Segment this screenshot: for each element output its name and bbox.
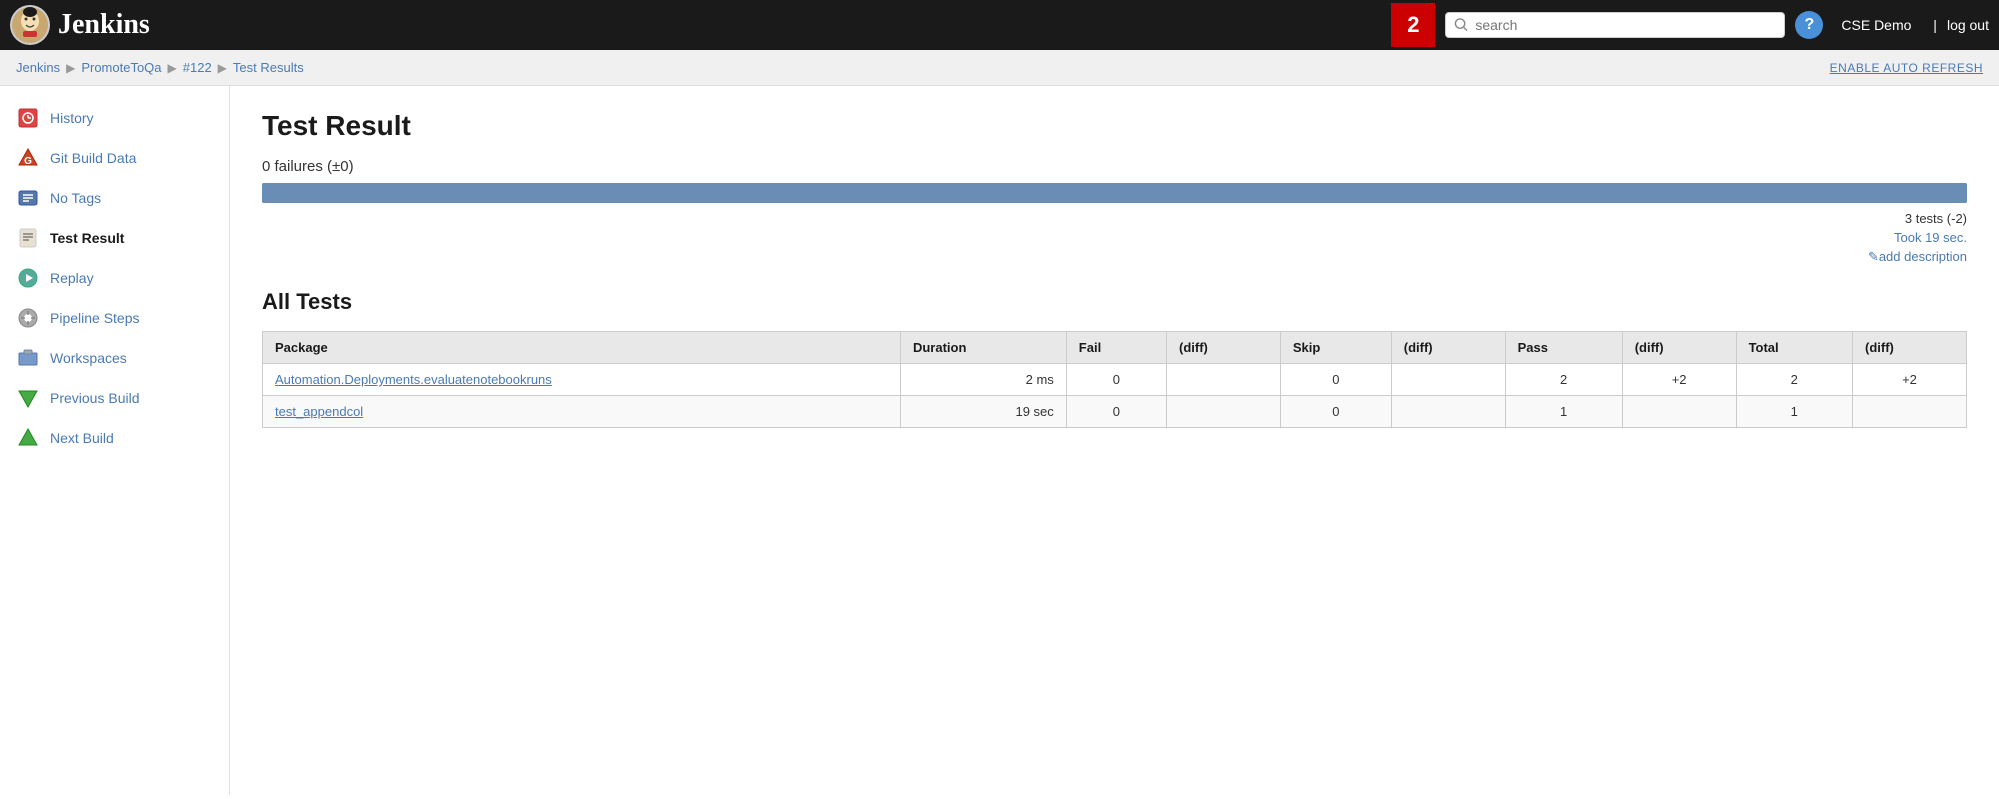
sidebar-item-pipeline-steps[interactable]: Pipeline Steps [0,298,229,338]
cell-skip-diff [1391,364,1505,396]
sidebar-testresult-label: Test Result [50,230,124,246]
breadcrumb-test-results[interactable]: Test Results [233,60,304,75]
logout-link[interactable]: log out [1947,17,1989,33]
help-icon[interactable]: ? [1795,11,1823,39]
sidebar-item-next-build[interactable]: Next Build [0,418,229,458]
search-input[interactable] [1475,17,1776,33]
col-header-pass-diff: (diff) [1622,332,1736,364]
col-header-skip-diff: (diff) [1391,332,1505,364]
cell-package: test_appendcol [263,396,901,428]
sidebar-item-previous-build[interactable]: Previous Build [0,378,229,418]
header-username: CSE Demo [1841,17,1911,33]
col-header-package: Package [263,332,901,364]
sidebar-pipeline-label: Pipeline Steps [50,310,140,326]
prev-build-icon [16,386,40,410]
tags-icon [16,186,40,210]
failures-text: 0 failures (±0) [262,158,1967,175]
took-time: Took 19 sec. [262,230,1967,245]
col-header-total-diff: (diff) [1853,332,1967,364]
history-icon [16,106,40,130]
sidebar-workspaces-label: Workspaces [50,350,127,366]
tests-count: 3 tests (-2) [262,211,1967,226]
sidebar-item-replay[interactable]: Replay [0,258,229,298]
logo-text: Jenkins [58,9,150,41]
workspace-icon [16,346,40,370]
pipeline-icon [16,306,40,330]
test-table: Package Duration Fail (diff) Skip (diff)… [262,331,1967,428]
jenkins-icon [10,5,50,45]
col-header-duration: Duration [900,332,1066,364]
breadcrumb-promotetqa[interactable]: PromoteToQa [81,60,161,75]
cell-skip: 0 [1280,396,1391,428]
breadcrumb-sep-1: ▶ [66,61,75,75]
test-result-icon [16,226,40,250]
search-container [1445,12,1785,38]
search-icon [1454,17,1469,33]
next-build-icon [16,426,40,450]
table-row: Automation.Deployments.evaluatenotebookr… [263,364,1967,396]
sidebar-history-label: History [50,110,94,126]
add-description-link[interactable]: ✎add description [262,249,1967,265]
auto-refresh-link[interactable]: Enable Auto Refresh [1830,61,1983,75]
progress-bar-container [262,183,1967,203]
cell-pass-diff [1622,396,1736,428]
cell-duration: 19 sec [900,396,1066,428]
cell-pass: 1 [1505,396,1622,428]
cell-total-diff: +2 [1853,364,1967,396]
cell-skip: 0 [1280,364,1391,396]
breadcrumb-jenkins[interactable]: Jenkins [16,60,60,75]
cell-fail-diff [1166,364,1280,396]
took-time-link[interactable]: Took 19 sec. [1894,230,1967,245]
sidebar-nextbuild-label: Next Build [50,430,114,446]
logo: Jenkins [10,5,150,45]
sidebar-replay-label: Replay [50,270,94,286]
breadcrumb-sep-2: ▶ [168,61,177,75]
sidebar-prevbuild-label: Previous Build [50,390,140,406]
sidebar-item-workspaces[interactable]: Workspaces [0,338,229,378]
header-separator: | [1929,17,1937,33]
table-row: test_appendcol 19 sec 0 0 1 1 [263,396,1967,428]
sidebar-item-test-result[interactable]: Test Result [0,218,229,258]
breadcrumb-sep-3: ▶ [218,61,227,75]
cell-fail: 0 [1066,396,1166,428]
cell-package: Automation.Deployments.evaluatenotebookr… [263,364,901,396]
header: Jenkins 2 ? CSE Demo | log out [0,0,1999,50]
cell-total: 1 [1736,396,1852,428]
sidebar-git-label: Git Build Data [50,150,136,166]
table-header-row: Package Duration Fail (diff) Skip (diff)… [263,332,1967,364]
layout: History G Git Build Data No Tags [0,86,1999,795]
sidebar-item-no-tags[interactable]: No Tags [0,178,229,218]
sidebar-item-history[interactable]: History [0,98,229,138]
svg-text:G: G [24,156,32,167]
package-link[interactable]: test_appendcol [275,404,363,419]
sidebar-notags-label: No Tags [50,190,101,206]
sidebar-item-git-build-data[interactable]: G Git Build Data [0,138,229,178]
cell-fail-diff [1166,396,1280,428]
cell-total-diff [1853,396,1967,428]
col-header-fail: Fail [1066,332,1166,364]
breadcrumb-build-num[interactable]: #122 [183,60,212,75]
notification-badge[interactable]: 2 [1391,3,1435,47]
col-header-skip: Skip [1280,332,1391,364]
replay-icon [16,266,40,290]
col-header-fail-diff: (diff) [1166,332,1280,364]
cell-pass-diff: +2 [1622,364,1736,396]
all-tests-title: All Tests [262,289,1967,315]
cell-fail: 0 [1066,364,1166,396]
sidebar: History G Git Build Data No Tags [0,86,230,795]
col-header-total: Total [1736,332,1852,364]
col-header-pass: Pass [1505,332,1622,364]
cell-skip-diff [1391,396,1505,428]
cell-pass: 2 [1505,364,1622,396]
page-title: Test Result [262,110,1967,142]
progress-bar-fill [262,183,1967,203]
cell-duration: 2 ms [900,364,1066,396]
main-content: Test Result 0 failures (±0) 3 tests (-2)… [230,86,1999,795]
breadcrumb: Jenkins ▶ PromoteToQa ▶ #122 ▶ Test Resu… [0,50,1999,86]
git-icon: G [16,146,40,170]
cell-total: 2 [1736,364,1852,396]
package-link[interactable]: Automation.Deployments.evaluatenotebookr… [275,372,552,387]
